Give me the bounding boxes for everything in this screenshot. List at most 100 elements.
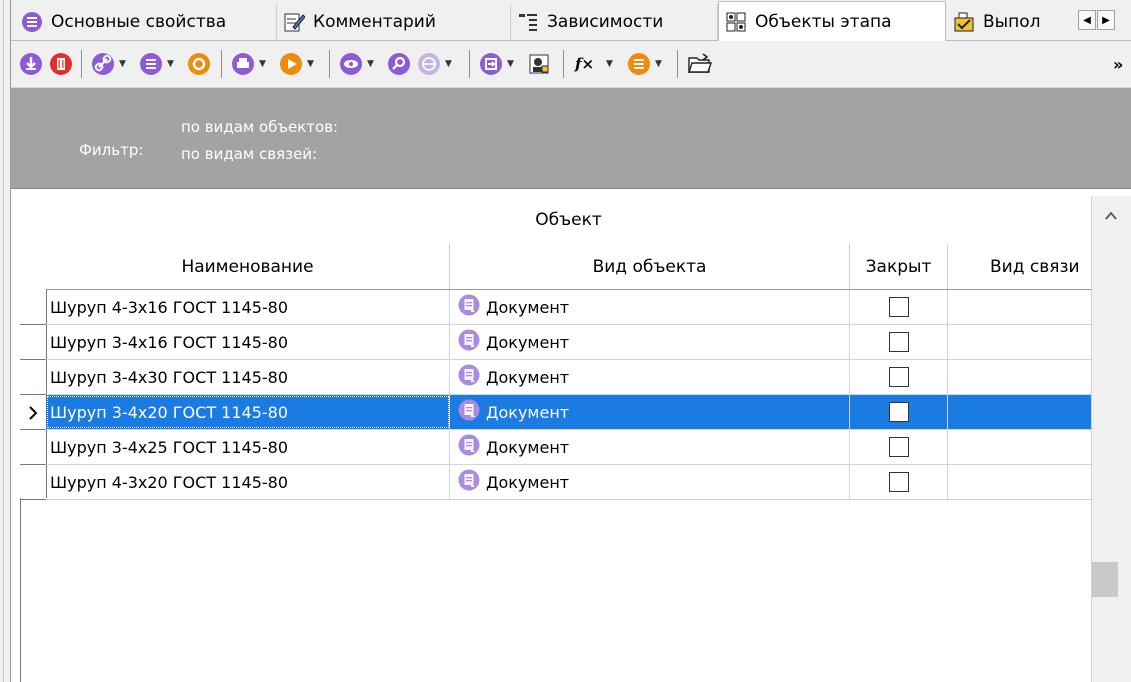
column-header-link[interactable]: Вид связи [948, 244, 1091, 289]
scrollbar-thumb[interactable] [1092, 562, 1118, 597]
stage-button[interactable] [187, 51, 211, 77]
group-header-label: Объект [535, 210, 602, 230]
column-header-label: Вид объекта [592, 256, 707, 277]
tab-label: Основные свойства [51, 12, 227, 32]
function-icon: f× [575, 55, 595, 73]
search-button[interactable] [387, 51, 411, 77]
dependencies-icon [517, 11, 539, 33]
row-indicator-column [20, 196, 47, 498]
toolbar-overflow-button[interactable]: » [1113, 51, 1123, 77]
tab-execution[interactable]: Выпол [947, 4, 1077, 40]
open-folder-button[interactable] [687, 51, 713, 77]
view-button[interactable]: ▼ [339, 51, 374, 77]
cell-link[interactable] [948, 465, 1091, 499]
column-header-closed[interactable]: Закрыт [850, 244, 948, 289]
arrow-right-icon: ▶ [1102, 14, 1110, 26]
globe-icon [417, 52, 441, 76]
cell-kind[interactable]: Документ [450, 325, 850, 359]
filter-link-types[interactable]: по видам связей: [181, 145, 317, 163]
cell-link[interactable] [948, 360, 1091, 394]
cell-closed [850, 290, 948, 324]
cell-kind[interactable]: Документ [450, 465, 850, 499]
cell-kind[interactable]: Документ [450, 430, 850, 464]
column-header-kind[interactable]: Вид объекта [450, 244, 850, 289]
delete-button[interactable] [49, 51, 73, 77]
closed-checkbox[interactable] [888, 332, 909, 352]
table-row[interactable]: Шуруп 3-4x16 ГОСТ 1145-80 Документ [46, 325, 1091, 360]
run-button[interactable]: ▼ [279, 51, 314, 77]
cell-kind-text: Документ [486, 297, 570, 317]
toolbar: ▼ ▼ ▼ ▼ ▼ ▼ ▼ f× ▼ ▼ » [11, 41, 1131, 88]
tab-dependencies[interactable]: Зависимости [511, 4, 718, 40]
closed-checkbox[interactable] [888, 472, 909, 492]
cell-link[interactable] [948, 325, 1091, 359]
cell-closed [850, 465, 948, 499]
user-button[interactable] [527, 51, 551, 77]
chevron-down-icon: ▼ [119, 59, 126, 69]
toolbar-separator [81, 50, 82, 78]
cell-name-text: Шуруп 3-4x16 ГОСТ 1145-80 [50, 332, 289, 352]
tab-stage-objects[interactable]: Объекты этапа [718, 1, 946, 41]
cell-name[interactable]: Шуруп 3-4x16 ГОСТ 1145-80 [46, 325, 450, 359]
vertical-scrollbar[interactable] [1091, 196, 1131, 682]
cell-name[interactable]: Шуруп 3-4x20 ГОСТ 1145-80 [46, 395, 450, 429]
cell-name[interactable]: Шуруп 3-4x25 ГОСТ 1145-80 [46, 430, 450, 464]
table-row[interactable]: Шуруп 3-4x20 ГОСТ 1145-80 Документ [46, 395, 1091, 430]
tab-scroll-left-button[interactable]: ◀ [1078, 10, 1096, 30]
cell-name[interactable]: Шуруп 4-3x16 ГОСТ 1145-80 [46, 290, 450, 324]
toolbar-separator [329, 50, 330, 78]
cell-name-text: Шуруп 4-3x16 ГОСТ 1145-80 [50, 297, 289, 317]
tab-comment[interactable]: Комментарий [277, 4, 511, 40]
cell-link[interactable] [948, 430, 1091, 464]
document-icon [458, 364, 480, 390]
table-row[interactable]: Шуруп 4-3x20 ГОСТ 1145-80 Документ [46, 465, 1091, 500]
link-icon [91, 52, 115, 76]
purple-list-icon [21, 11, 43, 33]
arrow-left-icon: ◀ [1083, 14, 1091, 26]
tab-main-properties[interactable]: Основные свойства [15, 4, 277, 40]
cell-kind[interactable]: Документ [450, 360, 850, 394]
download-icon [19, 52, 43, 76]
play-icon [279, 52, 303, 76]
list-button[interactable]: ▼ [139, 51, 174, 77]
globe-button[interactable]: ▼ [417, 51, 452, 77]
column-header-name[interactable]: Наименование [46, 244, 450, 289]
enter-button[interactable]: ▼ [479, 51, 514, 77]
closed-checkbox[interactable] [888, 402, 909, 422]
closed-checkbox[interactable] [888, 437, 909, 457]
filter-label: Фильтр: [79, 141, 144, 159]
row-indicator-divider [20, 324, 46, 325]
table-row[interactable]: Шуруп 4-3x16 ГОСТ 1145-80 Документ [46, 290, 1091, 325]
document-icon [458, 469, 480, 495]
cell-name-text: Шуруп 3-4x25 ГОСТ 1145-80 [50, 437, 289, 457]
row-indicator-divider [20, 499, 46, 500]
tab-scroll-right-button[interactable]: ▶ [1097, 10, 1115, 30]
column-header-label: Вид связи [990, 256, 1080, 277]
cell-kind[interactable]: Документ [450, 290, 850, 324]
filter-object-types[interactable]: по видам объектов: [181, 118, 338, 136]
link-button[interactable]: ▼ [91, 51, 126, 77]
document-button[interactable]: ▼ [627, 51, 662, 77]
orange-list-icon [627, 52, 651, 76]
trash-icon [49, 52, 73, 76]
closed-checkbox[interactable] [888, 297, 909, 317]
formula-button[interactable]: f× ▼ [575, 51, 613, 77]
cell-name[interactable]: Шуруп 3-4x30 ГОСТ 1145-80 [46, 360, 450, 394]
cell-kind[interactable]: Документ [450, 395, 850, 429]
cell-name[interactable]: Шуруп 4-3x20 ГОСТ 1145-80 [46, 465, 450, 499]
column-header-label: Закрыт [865, 256, 932, 277]
cell-link[interactable] [948, 395, 1091, 429]
cell-link[interactable] [948, 290, 1091, 324]
table-row[interactable]: Шуруп 3-4x25 ГОСТ 1145-80 Документ [46, 430, 1091, 465]
cell-closed [850, 395, 948, 429]
print-button[interactable]: ▼ [231, 51, 266, 77]
tab-strip: Основные свойства Комментарий Зависимост… [11, 0, 1131, 41]
document-icon [458, 434, 480, 460]
row-indicator-divider [20, 464, 46, 465]
toolbar-separator [563, 50, 564, 78]
scroll-up-icon[interactable] [1103, 208, 1119, 224]
download-button[interactable] [19, 51, 43, 77]
enter-icon [479, 52, 503, 76]
table-row[interactable]: Шуруп 3-4x30 ГОСТ 1145-80 Документ [46, 360, 1091, 395]
closed-checkbox[interactable] [888, 367, 909, 387]
